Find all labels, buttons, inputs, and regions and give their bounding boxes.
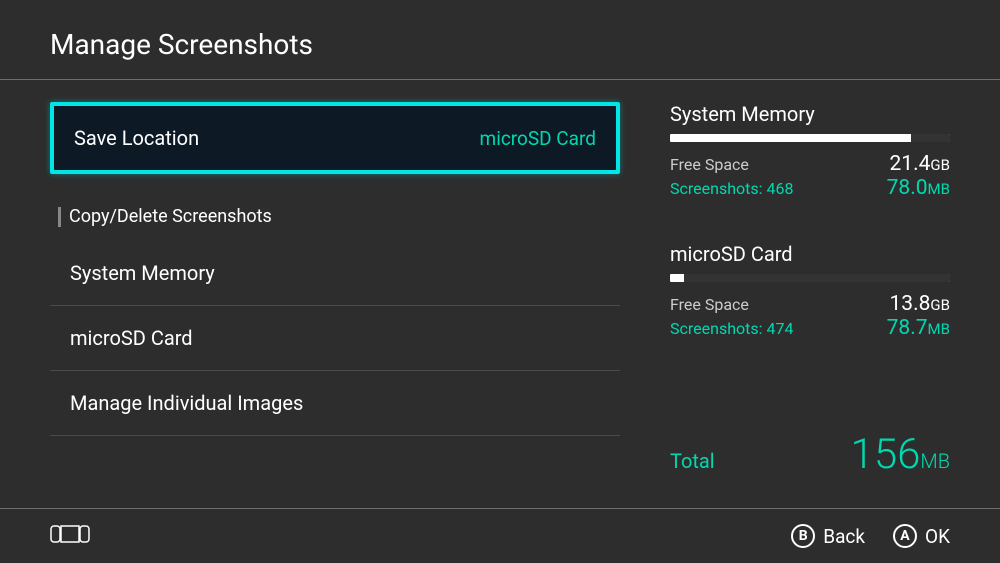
storage-system-memory-title: System Memory [670, 102, 950, 126]
back-button-label: Back [823, 525, 865, 548]
section-header-label: Copy/Delete Screenshots [69, 206, 272, 227]
storage-microsd-screenshots-label: Screenshots: 474 [670, 319, 793, 338]
option-microsd-label: microSD Card [70, 326, 193, 350]
b-button-icon: B [791, 524, 815, 548]
a-button-icon: A [893, 524, 917, 548]
storage-microsd-free-label: Free Space [670, 295, 749, 314]
save-location-row[interactable]: Save Location microSD Card [50, 102, 620, 174]
storage-total-row: Total 156MB [670, 430, 950, 479]
storage-system-memory-bar [670, 134, 950, 142]
back-button[interactable]: B Back [791, 524, 865, 548]
storage-total-value: 156MB [851, 430, 950, 479]
storage-microsd-free-row: Free Space 13.8GB [670, 292, 950, 316]
option-manage-label: Manage Individual Images [70, 391, 303, 415]
option-microsd-card[interactable]: microSD Card [50, 306, 620, 371]
option-system-memory-label: System Memory [70, 261, 215, 285]
footer-bar: B Back A OK [0, 508, 1000, 563]
storage-microsd-free-value: 13.8GB [889, 292, 950, 316]
storage-total-label: Total [670, 449, 715, 473]
storage-microsd-screenshots-value: 78.7MB [887, 316, 950, 340]
save-location-label: Save Location [74, 126, 199, 150]
storage-microsd: microSD Card Free Space 13.8GB Screensho… [670, 242, 950, 340]
storage-system-memory-bar-fill [911, 134, 950, 142]
section-bar-icon [58, 207, 61, 227]
main-column: Save Location microSD Card Copy/Delete S… [50, 102, 650, 479]
storage-microsd-screenshots-row: Screenshots: 474 78.7MB [670, 316, 950, 340]
storage-column: System Memory Free Space 21.4GB Screensh… [650, 102, 950, 479]
copy-delete-section-header: Copy/Delete Screenshots [50, 176, 620, 241]
storage-microsd-bar [670, 274, 950, 282]
storage-microsd-bar-fill [684, 274, 950, 282]
content-area: Save Location microSD Card Copy/Delete S… [0, 80, 1000, 479]
save-location-value: microSD Card [480, 127, 596, 150]
storage-system-memory-free-value: 21.4GB [889, 152, 950, 176]
storage-system-memory-screenshots-value: 78.0MB [887, 176, 950, 200]
storage-system-memory-free-row: Free Space 21.4GB [670, 152, 950, 176]
page-header: Manage Screenshots [0, 0, 1000, 80]
console-icon [50, 523, 90, 549]
storage-system-memory-screenshots-label: Screenshots: 468 [670, 179, 793, 198]
storage-system-memory-free-label: Free Space [670, 155, 749, 174]
ok-button[interactable]: A OK [893, 524, 950, 548]
option-manage-individual[interactable]: Manage Individual Images [50, 371, 620, 436]
page-title: Manage Screenshots [50, 28, 950, 61]
ok-button-label: OK [925, 525, 950, 548]
option-system-memory[interactable]: System Memory [50, 241, 620, 306]
footer-buttons: B Back A OK [791, 524, 950, 548]
storage-system-memory-screenshots-row: Screenshots: 468 78.0MB [670, 176, 950, 200]
storage-system-memory: System Memory Free Space 21.4GB Screensh… [670, 102, 950, 200]
storage-microsd-title: microSD Card [670, 242, 950, 266]
